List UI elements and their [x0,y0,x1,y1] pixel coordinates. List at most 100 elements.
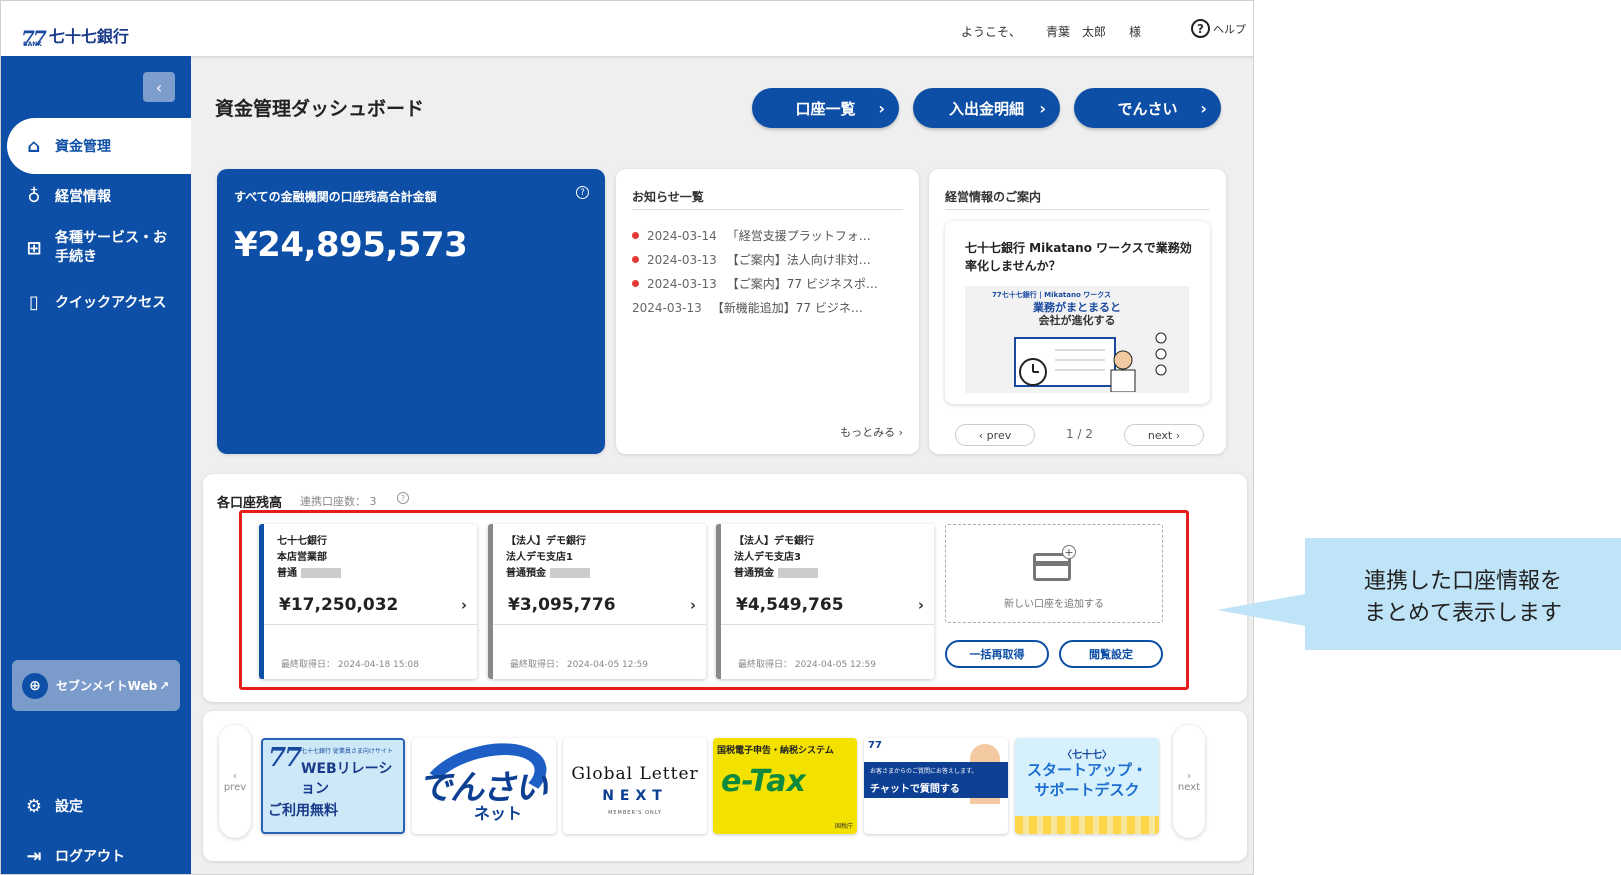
home-icon: ⌂ [27,135,41,157]
sidebar: ‹ ⌂ 資金管理 ♁ 経営情報 ⊞ 各種サービス・お 手続き ▯ クイックアクセ… [1,56,191,874]
news-text: 【新機能追加】77 ビジネ… [711,301,863,315]
sidebar-item-label: 資金管理 [55,139,111,155]
bookmark-icon: ▯ [29,291,39,313]
logout-button[interactable]: ⇥ ログアウト [1,840,191,872]
info-slide[interactable]: 七十七銀行 Mikatano ワークスで業務効率化しませんか？ 77七十七銀行 … [945,221,1210,404]
divider [721,624,934,625]
banner-logo-number: 77 [268,743,302,773]
account-card[interactable]: 【法人】デモ銀行 法人デモ支店1 普通預金 ¥3,095,776 › 最終取得日… [488,524,706,679]
callout-text: 連携した口座情報を まとめて表示します [1363,569,1562,626]
help-icon: ? [1191,19,1210,38]
sidebar-item-quick-access[interactable]: ▯ クイックアクセス [1,286,191,318]
account-balances-title: 各口座残高 [217,496,283,511]
densai-button[interactable]: でんさい › [1074,88,1221,128]
more-link[interactable]: もっとみる › [840,424,903,440]
carousel-prev-button[interactable]: ‹ prev [219,725,251,838]
account-balances-section: 各口座残高 連携口座数： 3 ? 七十七銀行 本店営業部 普通 ¥17,250,… [203,474,1247,702]
news-date: 2024-03-13 [647,276,717,291]
account-card[interactable]: 【法人】デモ銀行 法人デモ支店3 普通預金 ¥4,549,765 › 最終取得日… [716,524,934,679]
sidebar-item-label: クイックアクセス [55,295,167,311]
news-card: お知らせ一覧 2024-03-14 「経営支援プラットフォ… 2024-03-1… [616,169,919,454]
help-link[interactable]: ? ヘルプ [1191,19,1246,38]
account-type: 普通 [277,568,297,579]
button-label: でんさい [1117,99,1178,118]
city-illustration [1015,816,1159,834]
account-balance: ¥17,250,032 [279,595,399,615]
chevron-right-icon: › [689,596,696,614]
web-relation-banner[interactable]: 77 七十七銀行 従業員さま向けサイト WEBリレーション ご利用無料 [261,738,405,834]
bank-logo[interactable]: 77 BANK 七十七銀行 [21,23,129,48]
plus-icon: + [1062,545,1076,559]
refresh-all-button[interactable]: 一括再取得 [945,640,1049,668]
news-date: 2024-03-14 [647,228,717,243]
banner-caption: ご利用無料 [268,803,338,819]
account-info: 【法人】デモ銀行 法人デモ支店1 普通預金 [506,534,590,582]
news-item[interactable]: 2024-03-13 【新機能追加】77 ビジネ… [632,299,902,316]
account-balance: ¥3,095,776 [508,595,616,615]
banner-title: e-Tax [721,764,806,799]
question-icon[interactable]: ? [576,186,589,199]
etax-banner[interactable]: 国税電子申告・納税システム e-Tax 国税庁 [713,738,857,834]
settings-button[interactable]: ⚙ 設定 [1,790,191,822]
app-window: 77 BANK 七十七銀行 ようこそ、 青葉 太郎 様 ? ヘルプ ‹ ⌂ 資金… [0,0,1254,875]
densai-net-banner[interactable]: でんさい ネット [412,738,556,834]
add-account-button[interactable]: + 新しい口座を追加する [945,524,1163,623]
carousel-next-label: next [1177,781,1201,793]
banner-logo-number: 77 [868,740,882,751]
sidebar-item-services[interactable]: ⊞ 各種サービス・お 手続き [1,226,191,270]
view-settings-button[interactable]: 閲覧設定 [1059,640,1163,668]
honorific: 様 [1129,25,1142,39]
bank-name: 【法人】デモ銀行 [506,536,586,547]
prev-button[interactable]: ‹ prev [955,424,1035,446]
account-card[interactable]: 七十七銀行 本店営業部 普通 ¥17,250,032 › 最終取得日： 2024… [259,524,477,679]
account-type: 普通預金 [734,568,774,579]
banner-caption: 国税庁 [834,823,853,830]
chevron-right-icon: › [878,98,885,118]
news-item[interactable]: 2024-03-14 「経営支援プラットフォ… [632,227,902,244]
banner-title: Global Letter [571,764,699,784]
carousel-next-button[interactable]: › next [1173,725,1205,838]
banner-line1: 業務がまとまると [1033,301,1121,314]
user-name: 青葉 太郎 [1046,25,1107,39]
banner-title: チャットで質問する [870,784,960,795]
sidebar-item-label: 各種サービス・お 手続き [55,230,167,265]
transactions-button[interactable]: 入出金明細 › [913,88,1060,128]
next-button[interactable]: next › [1124,424,1204,446]
divider [632,209,903,210]
info-slide-title: 七十七銀行 Mikatano ワークスで業務効率化しませんか？ [965,241,1192,273]
unread-dot-icon [632,256,639,263]
branch-name: 本店営業部 [277,552,327,563]
banner-caption: MEMBER'S ONLY [608,810,662,816]
chevron-left-icon: ‹ [233,770,237,782]
annotation-callout: 連携した口座情報を まとめて表示します [1217,538,1621,650]
banner-subtitle: 国税電子申告・納税システム [717,746,834,756]
sevenmate-web-link[interactable]: ⊕ セブンメイトWeb ↗ [12,660,180,711]
chevron-right-icon: › [917,596,924,614]
last-updated: 最終取得日： 2024-04-18 15:08 [281,660,419,670]
account-list-button[interactable]: 口座一覧 › [752,88,899,128]
news-date: 2024-03-13 [647,252,717,267]
account-type: 普通預金 [506,568,546,579]
sidebar-item-fund-management[interactable]: ⌂ 資金管理 [7,118,191,174]
banner-subtitle: 〈七十七〉 [1062,750,1112,761]
mikatano-banner: 77七十七銀行 | Mikatano ワークス 業務がまとまると 会社が進化する [965,286,1189,393]
sidebar-item-business-info[interactable]: ♁ 経営情報 [1,180,191,212]
global-letter-banner[interactable]: Global Letter NEXT MEMBER'S ONLY [563,738,707,834]
banner-carousel: ‹ prev 77 七十七銀行 従業員さま向けサイト WEBリレーション ご利用… [203,711,1247,861]
question-icon[interactable]: ? [397,492,409,504]
business-info-card: 経営情報のご案内 七十七銀行 Mikatano ワークスで業務効率化しませんか？… [929,169,1226,454]
total-balance-card: すべての金融機関の口座残高合計金額 ? ¥24,895,573 [217,169,605,454]
divider [493,624,706,625]
bank-name: 【法人】デモ銀行 [734,536,814,547]
chevron-right-icon: › [1039,98,1046,118]
account-info: 七十七銀行 本店営業部 普通 [277,534,341,582]
chat-question-banner[interactable]: 77 お客さまからのご質問にお答えします。 チャットで質問する [864,738,1008,834]
news-title: お知らせ一覧 [632,190,704,204]
account-balance: ¥4,549,765 [736,595,844,615]
startup-support-banner[interactable]: 〈七十七〉 スタートアップ・ サポートデスク [1015,738,1159,834]
banner-title: WEBリレーション [301,761,393,797]
button-label: 口座一覧 [795,99,856,118]
collapse-button[interactable]: ‹ [143,72,175,102]
news-item[interactable]: 2024-03-13 【ご案内】77 ビジネスポ… [632,275,902,292]
news-item[interactable]: 2024-03-13 【ご案内】法人向け非対… [632,251,902,268]
